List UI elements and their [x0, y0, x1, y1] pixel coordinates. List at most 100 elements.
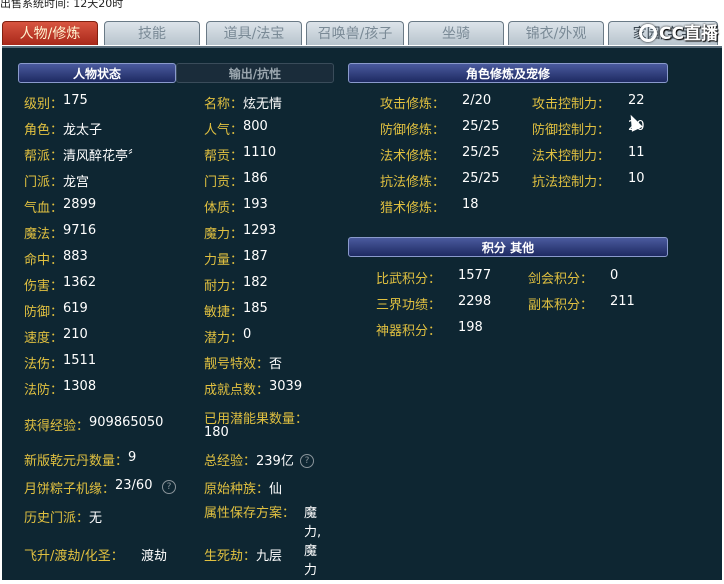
cultivation-label: 防御修炼： — [380, 123, 446, 138]
tab-pets[interactable]: 召唤兽/孩子 — [306, 21, 404, 45]
cultivation-label: 猎术修炼： — [380, 201, 446, 216]
tab-mounts[interactable]: 坐骑 — [408, 21, 504, 45]
stat-label: 原始种族： — [204, 482, 270, 497]
help-icon[interactable]: ? — [300, 454, 314, 468]
stat-label: 级别： — [24, 97, 64, 112]
stat-value: 九层 — [256, 549, 283, 564]
stat-label: 命中： — [24, 253, 64, 268]
score-value: 198 — [458, 320, 483, 335]
stat-label: 气血： — [24, 201, 64, 216]
cultivation-label: 法术控制力： — [532, 149, 611, 164]
stat-value: 1362 — [63, 275, 97, 290]
stat-value: 909865050 — [89, 415, 164, 430]
stat-label: 总经验： — [204, 454, 257, 469]
stat-label: 角色： — [24, 123, 64, 138]
cultivation-value: 25/25 — [462, 145, 500, 160]
character-panel: 人物状态 输出/抗性 角色修炼及宠修 积分 其他 级别： 175 名称： 炫无情 角色：… — [2, 46, 722, 580]
stat-value: 2899 — [63, 197, 97, 212]
stat-value: 883 — [63, 249, 88, 264]
stat-label: 飞升/渡劫/化圣： — [24, 549, 124, 564]
stat-value: 182 — [243, 275, 268, 290]
cultivation-value: 25/25 — [462, 171, 500, 186]
cultivation-label: 法术修炼： — [380, 149, 446, 164]
stat-label: 历史门派： — [24, 511, 90, 526]
cultivation-value: 18 — [462, 197, 479, 212]
stat-value: 186 — [243, 171, 268, 186]
stat-label: 成就点数： — [204, 383, 270, 398]
stat-label: 敏捷： — [204, 305, 244, 320]
stat-label: 人气： — [204, 123, 244, 138]
stat-value: 龙宫 — [63, 175, 90, 190]
scores-header: 积分 其他 — [348, 237, 668, 257]
stat-label: 法防： — [24, 383, 64, 398]
stat-value: 0 — [243, 327, 252, 342]
stat-label: 名称： — [204, 97, 244, 112]
stat-label: 帮贡： — [204, 149, 244, 164]
tab-output-resist[interactable]: 输出/抗性 — [176, 63, 334, 83]
stat-value: 1110 — [243, 145, 277, 160]
stat-label: 门贡： — [204, 175, 244, 190]
stat-label: 获得经验： — [24, 419, 90, 434]
stat-value: 9 — [128, 450, 137, 465]
stat-label: 耐力： — [204, 279, 244, 294]
cc-logo-icon — [639, 24, 658, 42]
cultivation-label: 攻击修炼： — [380, 97, 446, 112]
tab-bar: 人物/修炼 技能 道具/法宝 召唤兽/孩子 坐骑 锦衣/外观 家园/宝宝 — [2, 21, 724, 47]
stat-value: 1308 — [63, 379, 97, 394]
stat-value: 180 — [204, 425, 229, 440]
cultivation-value: 22 — [628, 93, 645, 108]
score-value: 1577 — [458, 268, 492, 283]
stat-label: 法伤： — [24, 357, 64, 372]
tab-skills[interactable]: 技能 — [104, 21, 200, 45]
stat-label: 魔法： — [24, 227, 64, 242]
stat-label: 生死劫： — [204, 549, 257, 564]
stat-value: 渡劫 — [141, 549, 168, 564]
stat-value: 1293 — [243, 223, 277, 238]
tab-character-status[interactable]: 人物状态 — [18, 63, 176, 83]
cultivation-label: 抗法修炼： — [380, 175, 446, 190]
stat-label: 新版乾元丹数量： — [24, 454, 129, 469]
logo-text: CC直播 — [659, 24, 718, 44]
score-label: 三界功绩： — [376, 298, 442, 313]
stat-value: 23/60 — [115, 478, 153, 493]
stat-label: 潜力： — [204, 331, 244, 346]
score-label: 比武积分： — [376, 272, 442, 287]
stat-value: 800 — [243, 119, 268, 134]
tab-items[interactable]: 道具/法宝 — [206, 21, 302, 45]
cultivation-header: 角色修炼及宠修 — [348, 63, 668, 83]
cultivation-value: 11 — [628, 145, 645, 160]
stat-value: 龙太子 — [63, 123, 103, 138]
stat-value: 魔力,魔力 — [304, 506, 322, 578]
stat-label: 门派： — [24, 175, 64, 190]
score-value: 211 — [610, 294, 635, 309]
stat-value: 193 — [243, 197, 268, 212]
stat-label: 靓号特效： — [204, 357, 270, 372]
stat-label: 速度： — [24, 331, 64, 346]
stat-value: 清风醉花亭〞 — [63, 149, 142, 164]
stat-value: 9716 — [63, 223, 97, 238]
stat-value: 239亿 — [256, 454, 294, 469]
cultivation-label: 防御控制力： — [532, 123, 611, 138]
stat-value: 210 — [63, 327, 88, 342]
cultivation-value: 25/25 — [462, 119, 500, 134]
tab-outfits[interactable]: 锦衣/外观 — [508, 21, 604, 45]
stat-value: 仙 — [269, 482, 283, 497]
stat-label: 月饼粽子机缘： — [24, 482, 116, 497]
stat-value: 185 — [243, 301, 268, 316]
stat-value: 175 — [63, 93, 88, 108]
tab-character[interactable]: 人物/修炼 — [2, 21, 98, 45]
score-label: 神器积分： — [376, 324, 442, 339]
stat-label: 力量： — [204, 253, 244, 268]
stat-value: 否 — [269, 357, 283, 372]
stat-value: 187 — [243, 249, 268, 264]
top-status-text: 出售系统时间: 12天20时 — [0, 0, 124, 10]
stat-label: 属性保存方案： — [204, 506, 296, 521]
score-value: 2298 — [458, 294, 492, 309]
help-icon[interactable]: ? — [162, 480, 176, 494]
score-value: 0 — [610, 268, 619, 283]
cc-live-logo: CC直播 — [639, 22, 718, 46]
cultivation-value: 10 — [628, 171, 645, 186]
stat-label: 防御： — [24, 305, 64, 320]
stat-value: 3039 — [269, 379, 303, 394]
stat-label: 帮派： — [24, 149, 64, 164]
